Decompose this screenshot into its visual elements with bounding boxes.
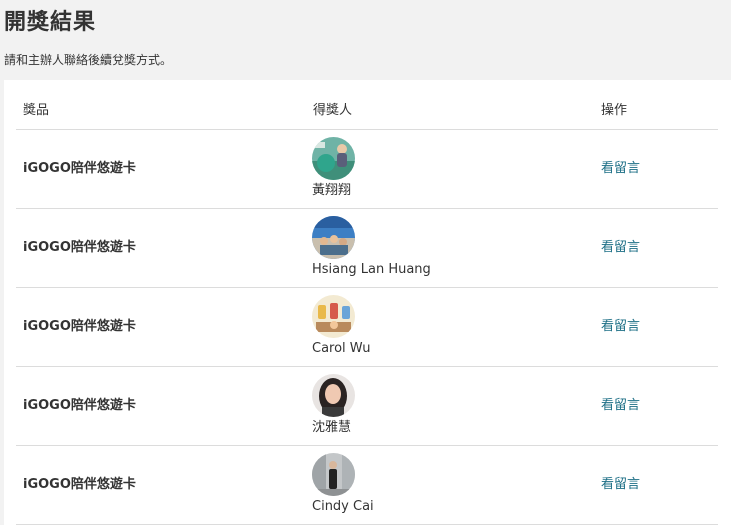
table-header: 獎品 得獎人 操作: [16, 80, 718, 130]
view-comment-link[interactable]: 看留言: [601, 476, 640, 494]
winner-name: Cindy Cai: [312, 499, 374, 514]
prize-name: iGOGO陪伴悠遊卡: [23, 161, 136, 176]
view-comment-link[interactable]: 看留言: [601, 318, 640, 336]
page-subtitle: 請和主辦人聯絡後續兌獎方式。: [4, 53, 173, 67]
winner-avatar-icon[interactable]: [312, 374, 355, 417]
table-row: iGOGO陪伴悠遊卡 沈雅慧 看留言: [16, 367, 718, 446]
winner-name: 沈雅慧: [312, 420, 352, 435]
table-row: iGOGO陪伴悠遊卡 Hsiang Lan Huang 看留言: [16, 209, 718, 288]
winner-avatar-icon[interactable]: [312, 137, 355, 180]
prize-name: iGOGO陪伴悠遊卡: [23, 319, 136, 334]
winner-name: Hsiang Lan Huang: [312, 262, 431, 277]
column-header-action: 操作: [601, 103, 628, 118]
results-table: 獎品 得獎人 操作 iGOGO陪伴悠遊卡 黃翔翔 看留言 iGOGO陪伴悠遊卡 …: [4, 80, 731, 525]
winner-name: 黃翔翔: [312, 183, 352, 198]
table-row: iGOGO陪伴悠遊卡 黃翔翔 看留言: [16, 130, 718, 209]
view-comment-link[interactable]: 看留言: [601, 160, 640, 178]
column-header-prize: 獎品: [23, 103, 50, 118]
winner-avatar-icon[interactable]: [312, 453, 355, 496]
winner-avatar-icon[interactable]: [312, 295, 355, 338]
table-row: iGOGO陪伴悠遊卡 Cindy Cai 看留言: [16, 446, 718, 525]
page-title: 開獎結果: [4, 10, 97, 35]
prize-name: iGOGO陪伴悠遊卡: [23, 398, 136, 413]
view-comment-link[interactable]: 看留言: [601, 239, 640, 257]
table-row: iGOGO陪伴悠遊卡 Carol Wu 看留言: [16, 288, 718, 367]
view-comment-link[interactable]: 看留言: [601, 397, 640, 415]
prize-name: iGOGO陪伴悠遊卡: [23, 477, 136, 492]
column-header-winner: 得獎人: [313, 103, 353, 118]
winner-name: Carol Wu: [312, 341, 371, 356]
page: 開獎結果 請和主辦人聯絡後續兌獎方式。 獎品 得獎人 操作 iGOGO陪伴悠遊卡…: [0, 0, 731, 525]
prize-name: iGOGO陪伴悠遊卡: [23, 240, 136, 255]
winner-avatar-icon[interactable]: [312, 216, 355, 259]
